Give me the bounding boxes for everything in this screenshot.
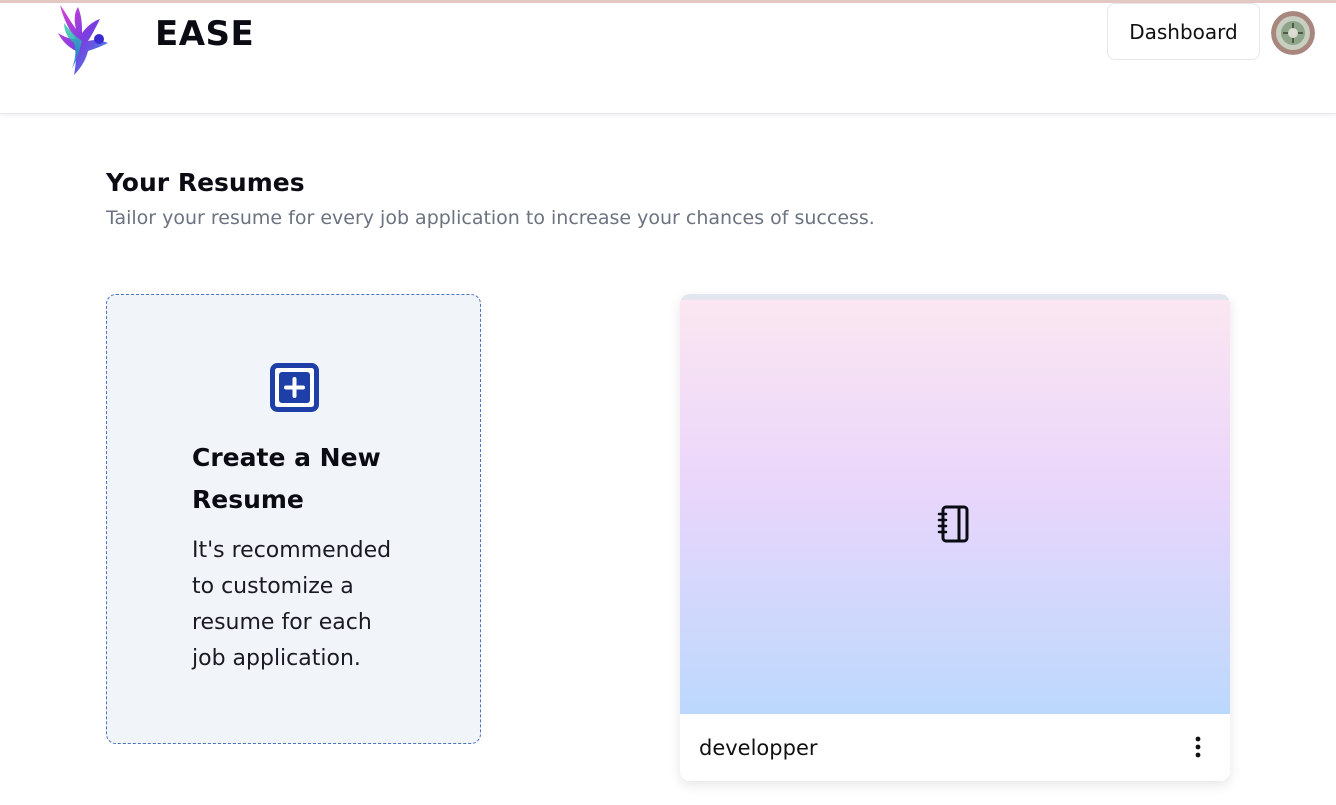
resume-name[interactable]: developper bbox=[699, 736, 818, 760]
more-options-icon[interactable] bbox=[1187, 734, 1209, 760]
resume-card[interactable]: developper bbox=[680, 294, 1230, 781]
user-avatar[interactable] bbox=[1271, 11, 1315, 55]
plus-square-icon bbox=[270, 363, 319, 412]
notebook-icon bbox=[937, 505, 971, 543]
page-subtitle: Tailor your resume for every job applica… bbox=[106, 207, 875, 229]
resume-card-footer: developper bbox=[680, 714, 1230, 781]
create-resume-title: Create a New Resume bbox=[192, 443, 381, 514]
brand-logo-bird[interactable] bbox=[52, 3, 114, 77]
create-resume-card[interactable]: Create a New Resume It's recommended to … bbox=[106, 294, 481, 744]
resume-thumbnail[interactable] bbox=[680, 294, 1230, 714]
brand-name: EASE bbox=[155, 14, 255, 54]
app-header: EASE Dashboard bbox=[0, 3, 1336, 114]
page-title: Your Resumes bbox=[106, 168, 305, 197]
dashboard-button[interactable]: Dashboard bbox=[1107, 3, 1260, 60]
create-resume-description: It's recommended to customize a resume f… bbox=[192, 538, 392, 671]
